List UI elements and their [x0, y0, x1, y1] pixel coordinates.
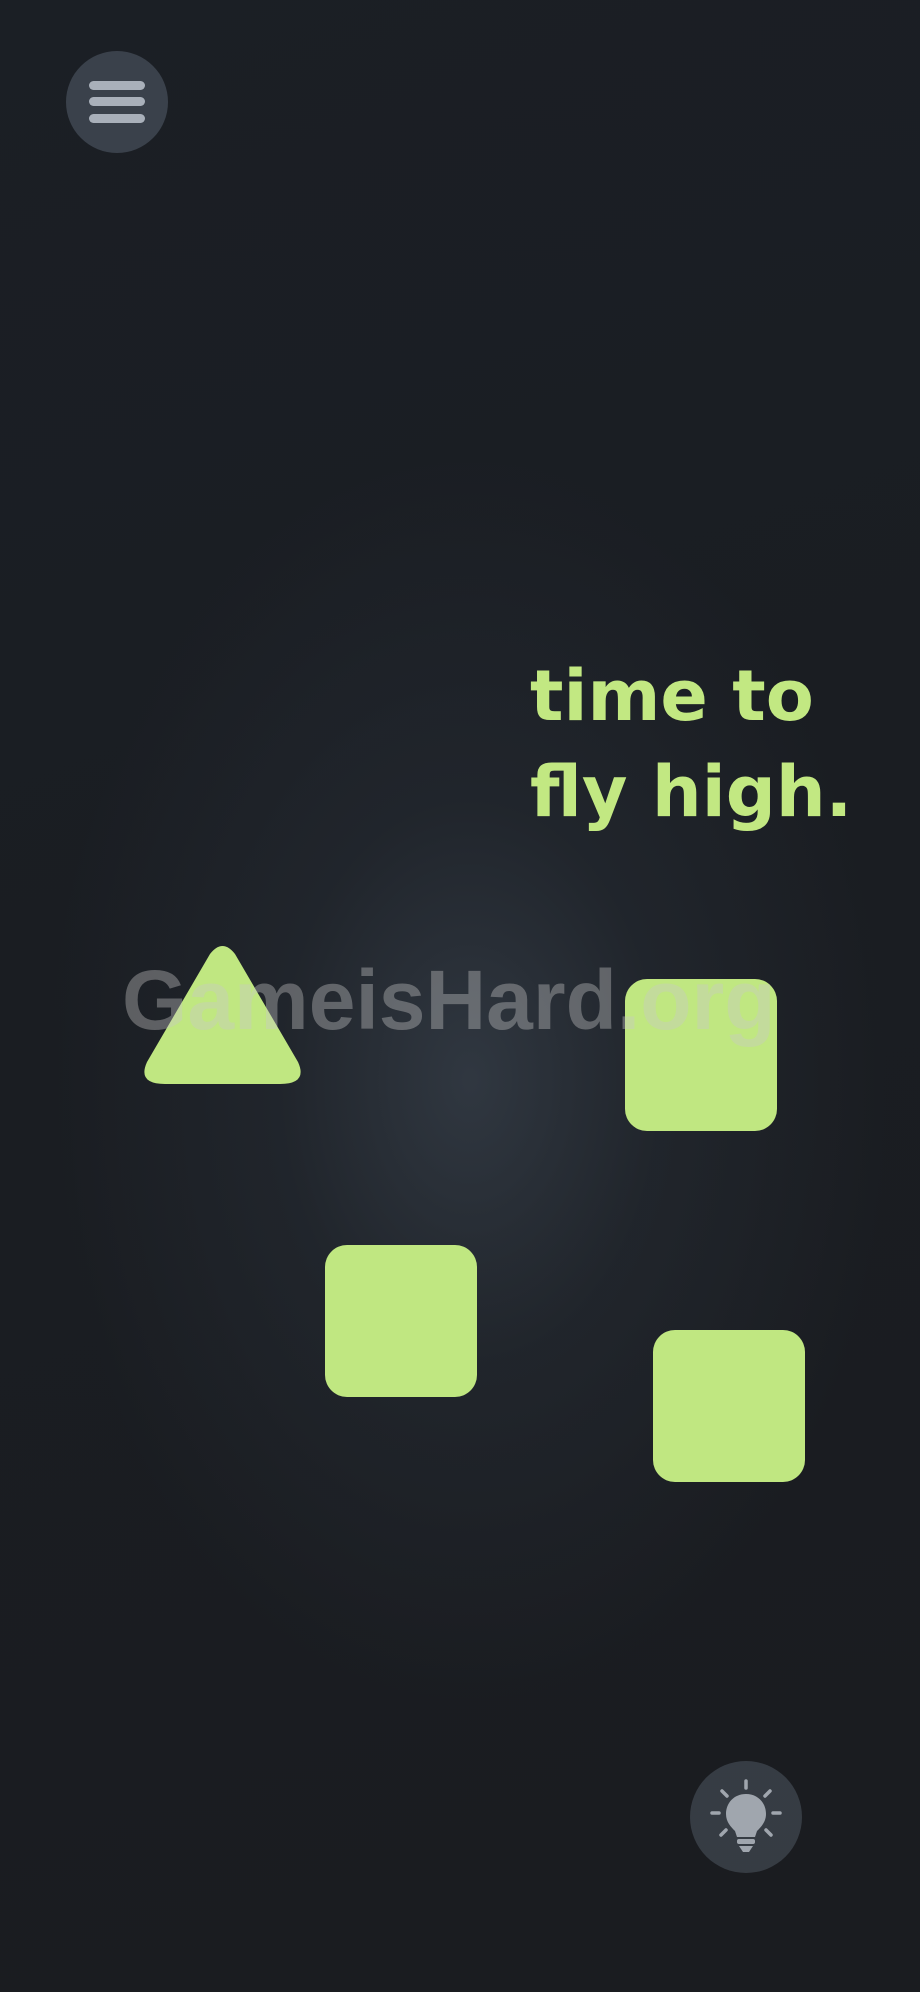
square-piece[interactable]	[653, 1330, 805, 1482]
menu-button[interactable]	[66, 51, 168, 153]
square-piece[interactable]	[325, 1245, 477, 1397]
level-text-line-1: time to	[530, 655, 814, 737]
lightbulb-icon	[710, 1779, 782, 1852]
hint-button[interactable]	[690, 1761, 802, 1873]
level-text-line-2: fly high.	[530, 751, 853, 833]
watermark: GameisHard.org	[122, 953, 776, 1047]
hamburger-menu-icon	[89, 81, 145, 123]
level-hint-text: time to fly high.	[530, 648, 852, 840]
